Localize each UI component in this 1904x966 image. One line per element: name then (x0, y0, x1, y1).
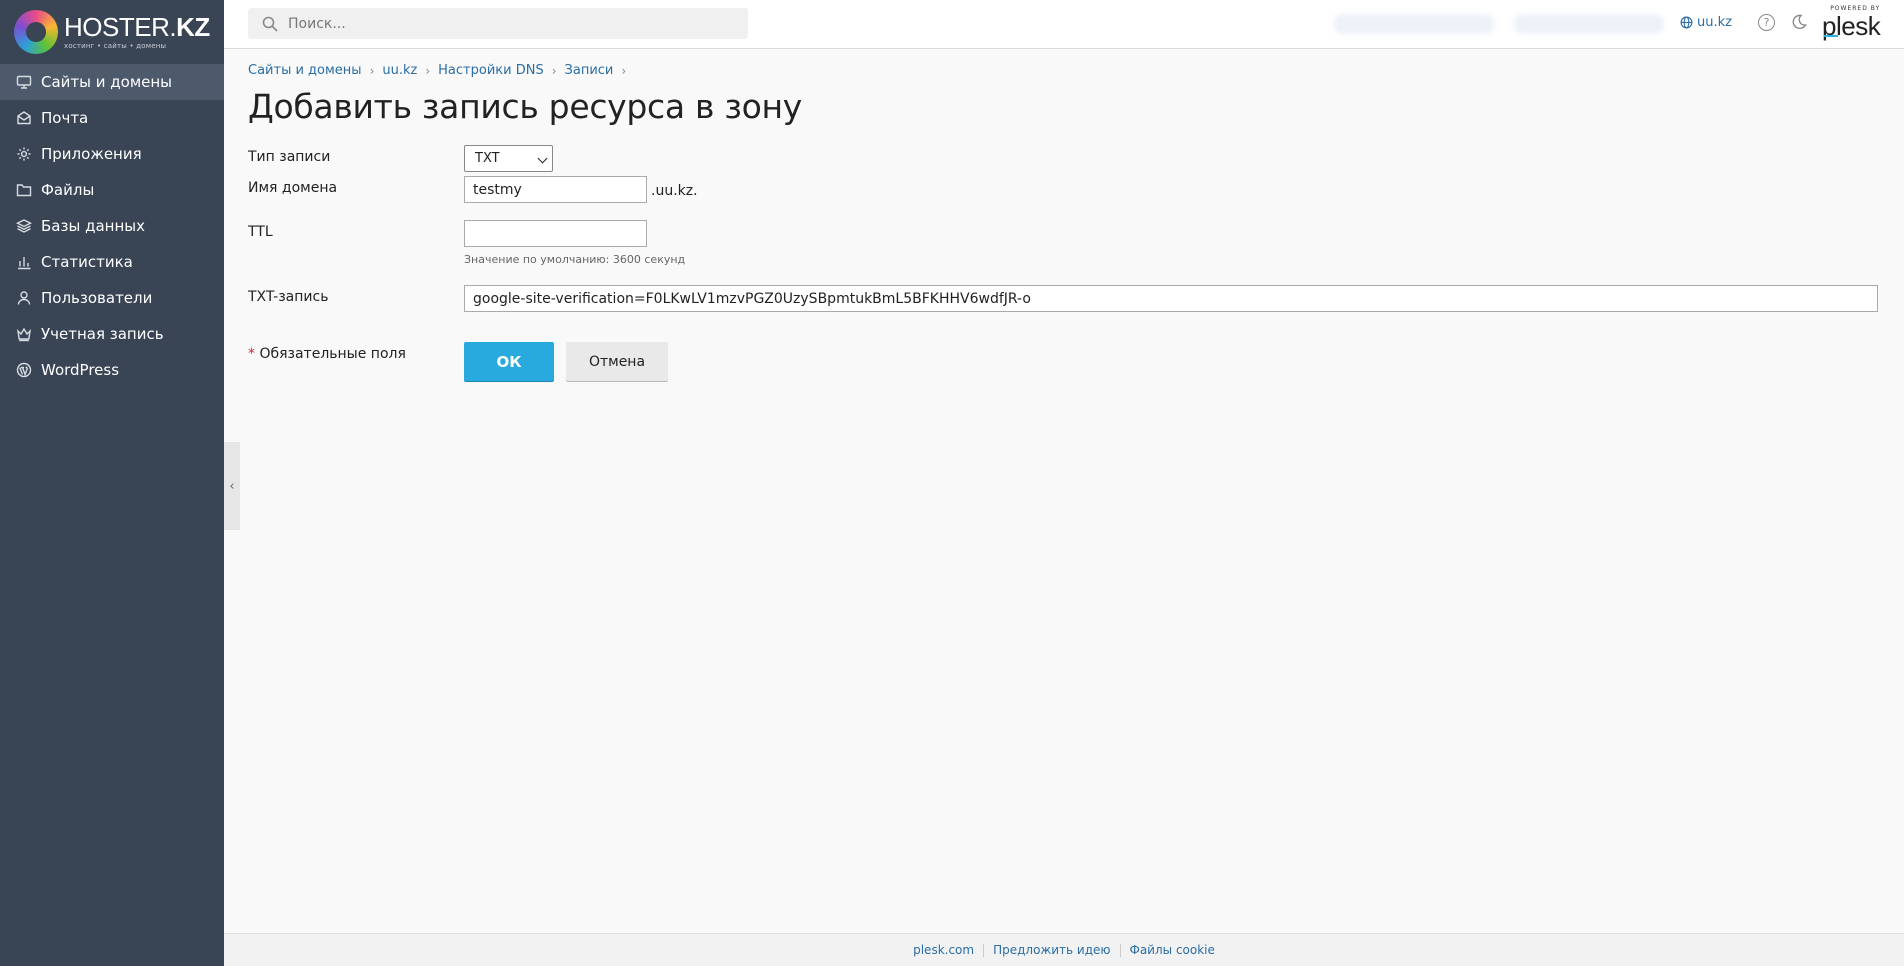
footer-divider (983, 943, 985, 957)
sidebar: HOSTER.KZ хостинг • сайты • домены Сайты… (0, 0, 224, 966)
ok-button[interactable]: ОК (464, 342, 554, 381)
search-icon (262, 16, 278, 32)
user-icon (15, 289, 33, 307)
sidebar-item-users[interactable]: Пользователи (0, 280, 224, 316)
sidebar-item-applications[interactable]: Приложения (0, 136, 224, 172)
moon-icon (1792, 14, 1807, 30)
breadcrumb-domain[interactable]: uu.kz (382, 63, 417, 78)
chevron-right-icon: › (621, 63, 627, 78)
footer: plesk.com Предложить идею Файлы cookie (224, 933, 1904, 966)
txt-record-label: TXT-запись (248, 289, 329, 305)
main-content: Сайты и домены › uu.kz › Настройки DNS ›… (224, 49, 1904, 933)
domain-switcher[interactable]: uu.kz (1680, 15, 1732, 30)
sidebar-item-label: Почта (41, 109, 89, 127)
bar-chart-icon (15, 253, 33, 271)
monitor-icon (15, 73, 33, 91)
sidebar-nav: Сайты и домены Почта Приложения Файлы Ба… (0, 64, 224, 388)
sidebar-item-wordpress[interactable]: WordPress (0, 352, 224, 388)
sidebar-item-label: Учетная запись (41, 325, 164, 343)
sidebar-item-mail[interactable]: Почта (0, 100, 224, 136)
sidebar-item-label: Приложения (41, 145, 142, 163)
sidebar-item-label: Базы данных (41, 217, 145, 235)
breadcrumb-dns-settings[interactable]: Настройки DNS (438, 63, 544, 78)
theme-toggle[interactable] (1790, 13, 1810, 33)
breadcrumb: Сайты и домены › uu.kz › Настройки DNS ›… (248, 63, 634, 78)
sidebar-item-account[interactable]: Учетная запись (0, 316, 224, 352)
logo-mark-icon (14, 10, 58, 54)
sidebar-item-databases[interactable]: Базы данных (0, 208, 224, 244)
crown-icon (15, 325, 33, 343)
sidebar-item-label: Файлы (41, 181, 95, 199)
domain-switcher-label: uu.kz (1697, 15, 1732, 30)
gear-icon (15, 145, 33, 163)
record-type-select[interactable]: TXT (464, 145, 553, 172)
folder-icon (15, 181, 33, 199)
search-input[interactable] (288, 15, 728, 32)
required-fields-note: * Обязательные поля (248, 346, 406, 362)
sidebar-item-websites-domains[interactable]: Сайты и домены (0, 64, 224, 100)
domain-name-label: Имя домена (248, 180, 338, 196)
footer-link-suggest-idea[interactable]: Предложить идею (993, 943, 1110, 957)
chevron-right-icon: › (369, 63, 375, 78)
brand-name: HOSTER.KZ (64, 12, 210, 42)
layers-icon (15, 217, 33, 235)
record-type-selected: TXT (475, 151, 500, 166)
brand-logo[interactable]: HOSTER.KZ хостинг • сайты • домены (0, 0, 224, 64)
globe-icon (1680, 16, 1693, 29)
mail-icon (15, 109, 33, 127)
sidebar-item-files[interactable]: Файлы (0, 172, 224, 208)
page-title: Добавить запись ресурса в зону (248, 87, 802, 126)
footer-divider (1119, 943, 1121, 957)
top-header: uu.kz ? POWERED BY plesk (224, 0, 1904, 49)
sidebar-item-label: Пользователи (41, 289, 153, 307)
ttl-input[interactable] (464, 220, 647, 247)
ttl-label: TTL (248, 224, 273, 240)
blurred-header-item (1334, 14, 1494, 34)
plesk-logo[interactable]: POWERED BY plesk (1822, 6, 1881, 41)
help-icon[interactable]: ? (1758, 14, 1775, 31)
chevron-right-icon: › (425, 63, 431, 78)
record-type-label: Тип записи (248, 149, 331, 165)
cancel-button[interactable]: Отмена (566, 342, 668, 381)
breadcrumb-records[interactable]: Записи (565, 63, 614, 78)
blurred-header-item (1514, 14, 1664, 34)
domain-suffix: .uu.kz. (651, 183, 698, 199)
footer-link-plesk[interactable]: plesk.com (913, 943, 974, 957)
sidebar-item-label: WordPress (41, 361, 120, 379)
search-box[interactable] (248, 8, 748, 39)
txt-record-input[interactable] (464, 285, 1878, 312)
sidebar-item-label: Статистика (41, 253, 133, 271)
plesk-wordmark: plesk (1822, 11, 1881, 41)
footer-link-cookies[interactable]: Файлы cookie (1130, 943, 1215, 957)
sidebar-item-statistics[interactable]: Статистика (0, 244, 224, 280)
brand-tagline: хостинг • сайты • домены (64, 42, 167, 50)
sidebar-item-label: Сайты и домены (41, 73, 173, 91)
required-star: * (248, 346, 255, 362)
domain-name-input[interactable] (464, 176, 647, 203)
ttl-hint: Значение по умолчанию: 3600 секунд (464, 253, 686, 266)
breadcrumb-websites-domains[interactable]: Сайты и домены (248, 63, 362, 78)
chevron-down-icon (537, 153, 548, 164)
chevron-right-icon: › (551, 63, 557, 78)
wordpress-icon (15, 361, 33, 379)
